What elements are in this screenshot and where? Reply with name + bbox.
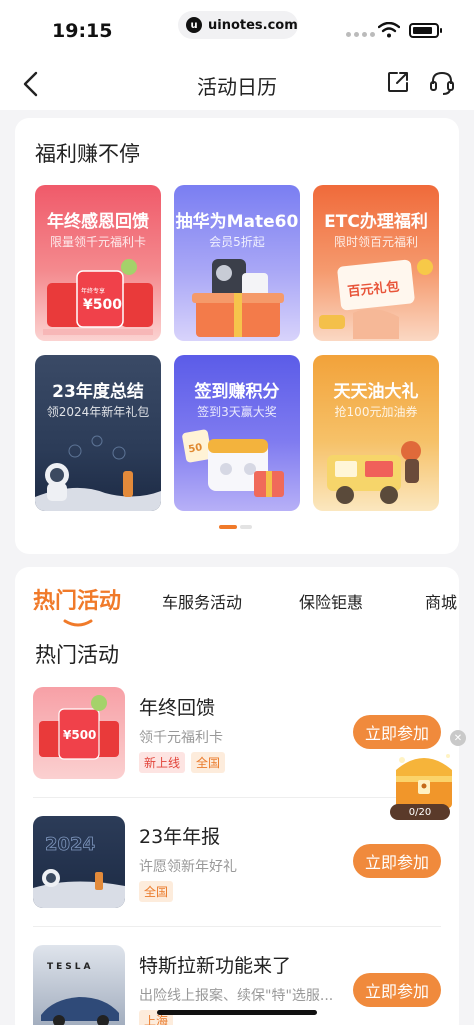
- tile-title: 签到赚积分: [194, 382, 280, 402]
- astronaut-illustration: [35, 435, 161, 511]
- tile-subtitle: 限量领千元福利卡: [49, 235, 146, 249]
- tab-insurance[interactable]: 保险钜惠: [299, 589, 363, 613]
- calendar-illustration: 50: [182, 429, 284, 497]
- tile-amount: ¥500: [83, 297, 122, 313]
- gift-card-illustration: 百元礼包: [319, 259, 433, 339]
- url-pill[interactable]: u uinotes.com: [178, 11, 298, 39]
- tile-title: ETC办理福利: [324, 212, 428, 232]
- tile-subtitle: 限时领百元福利: [333, 235, 418, 249]
- activity-tabs: 热门活动 车服务活动 保险钜惠 商城: [15, 579, 459, 629]
- tab-active-indicator: [63, 619, 93, 627]
- status-bar: 19:15 u uinotes.com: [0, 0, 474, 58]
- tile-title: 23年度总结: [52, 382, 144, 402]
- thumb-brand: TESLA: [47, 962, 93, 972]
- gift-box-illustration: [192, 259, 284, 337]
- list-title: 热门活动: [35, 643, 119, 667]
- tile-title: 天天油大礼: [333, 382, 419, 402]
- item-desc: 领千元福利卡: [139, 730, 223, 746]
- item-desc: 出险线上报案、续保"特"选服...: [139, 988, 334, 1004]
- tab-car-service[interactable]: 车服务活动: [162, 589, 242, 613]
- tile-subtitle: 会员5折起: [209, 235, 265, 249]
- tile-subtitle: 签到3天赢大奖: [197, 405, 277, 419]
- svg-text:年终专享: 年终专享: [81, 287, 105, 295]
- list-item[interactable]: 2024 23年年报 许愿领新年好礼 全国 立即参加: [33, 816, 443, 936]
- thumb-year: 2024: [45, 834, 95, 855]
- welfare-tile-etc[interactable]: ETC办理福利 限时领百元福利 百元礼包: [313, 185, 439, 341]
- welfare-tile-checkin[interactable]: 签到赚积分 签到3天赢大奖 50: [174, 355, 300, 511]
- item-desc: 许愿领新年好礼: [139, 859, 237, 875]
- red-envelope-thumb: ¥500: [39, 695, 119, 760]
- thumbnail: 2024: [33, 816, 125, 908]
- thumbnail: ¥500: [33, 687, 125, 779]
- welfare-tile-year-end[interactable]: 年终感恩回馈 限量领千元福利卡 年终专享 ¥500: [35, 185, 161, 341]
- tab-hot[interactable]: 热门活动: [33, 583, 121, 615]
- url-text: uinotes.com: [208, 17, 298, 33]
- tile-subtitle: 领2024年新年礼包: [46, 405, 150, 419]
- tag-region: 全国: [191, 752, 226, 773]
- tile-title: 年终感恩回馈: [47, 212, 149, 232]
- join-button[interactable]: 立即参加: [353, 973, 441, 1007]
- wifi-icon: [378, 22, 400, 38]
- customer-service-icon[interactable]: [428, 69, 456, 97]
- welfare-tile-annual-summary[interactable]: 23年度总结 领2024年新年礼包: [35, 355, 161, 511]
- site-icon: u: [186, 17, 202, 33]
- red-envelope-illustration: 年终专享 ¥500: [43, 259, 153, 335]
- carousel-indicator: [219, 525, 252, 529]
- item-title: 特斯拉新功能来了: [139, 955, 292, 977]
- tag-region: 全国: [139, 881, 174, 902]
- divider: [33, 797, 441, 798]
- list-item[interactable]: ¥500 年终回馈 领千元福利卡 新上线 全国 立即参加: [33, 687, 443, 807]
- chest-progress: 0/20: [390, 804, 450, 820]
- share-icon[interactable]: [386, 70, 410, 94]
- signal-icon: [346, 32, 375, 37]
- tile-title: 抽华为Mate60: [175, 212, 299, 232]
- truck-illustration: [327, 441, 421, 504]
- status-time: 19:15: [52, 20, 113, 42]
- thumb-amount: ¥500: [63, 728, 96, 742]
- item-title: 年终回馈: [139, 697, 216, 719]
- annual-report-thumb: 2024: [33, 834, 125, 908]
- welfare-title: 福利赚不停: [35, 142, 140, 166]
- home-indicator: [157, 1010, 317, 1015]
- battery-icon: [409, 23, 442, 38]
- welfare-section: 福利赚不停 年终感恩回馈 限量领千元福利卡 年终专享 ¥500 抽华为Mate6…: [15, 118, 459, 554]
- tag-new: 新上线: [139, 752, 186, 773]
- tile-subtitle: 抢100元加油券: [334, 405, 418, 419]
- nav-bar: 活动日历: [0, 58, 474, 110]
- thumbnail: TESLA: [33, 945, 125, 1025]
- welfare-tile-mate60[interactable]: 抽华为Mate60 会员5折起: [174, 185, 300, 341]
- welfare-tile-fuel[interactable]: 天天油大礼 抢100元加油券: [313, 355, 439, 511]
- tab-mall[interactable]: 商城: [425, 589, 457, 613]
- join-button[interactable]: 立即参加: [353, 844, 441, 878]
- tesla-thumb: TESLA: [41, 962, 119, 1025]
- item-title: 23年年报: [139, 826, 221, 848]
- divider: [33, 926, 441, 927]
